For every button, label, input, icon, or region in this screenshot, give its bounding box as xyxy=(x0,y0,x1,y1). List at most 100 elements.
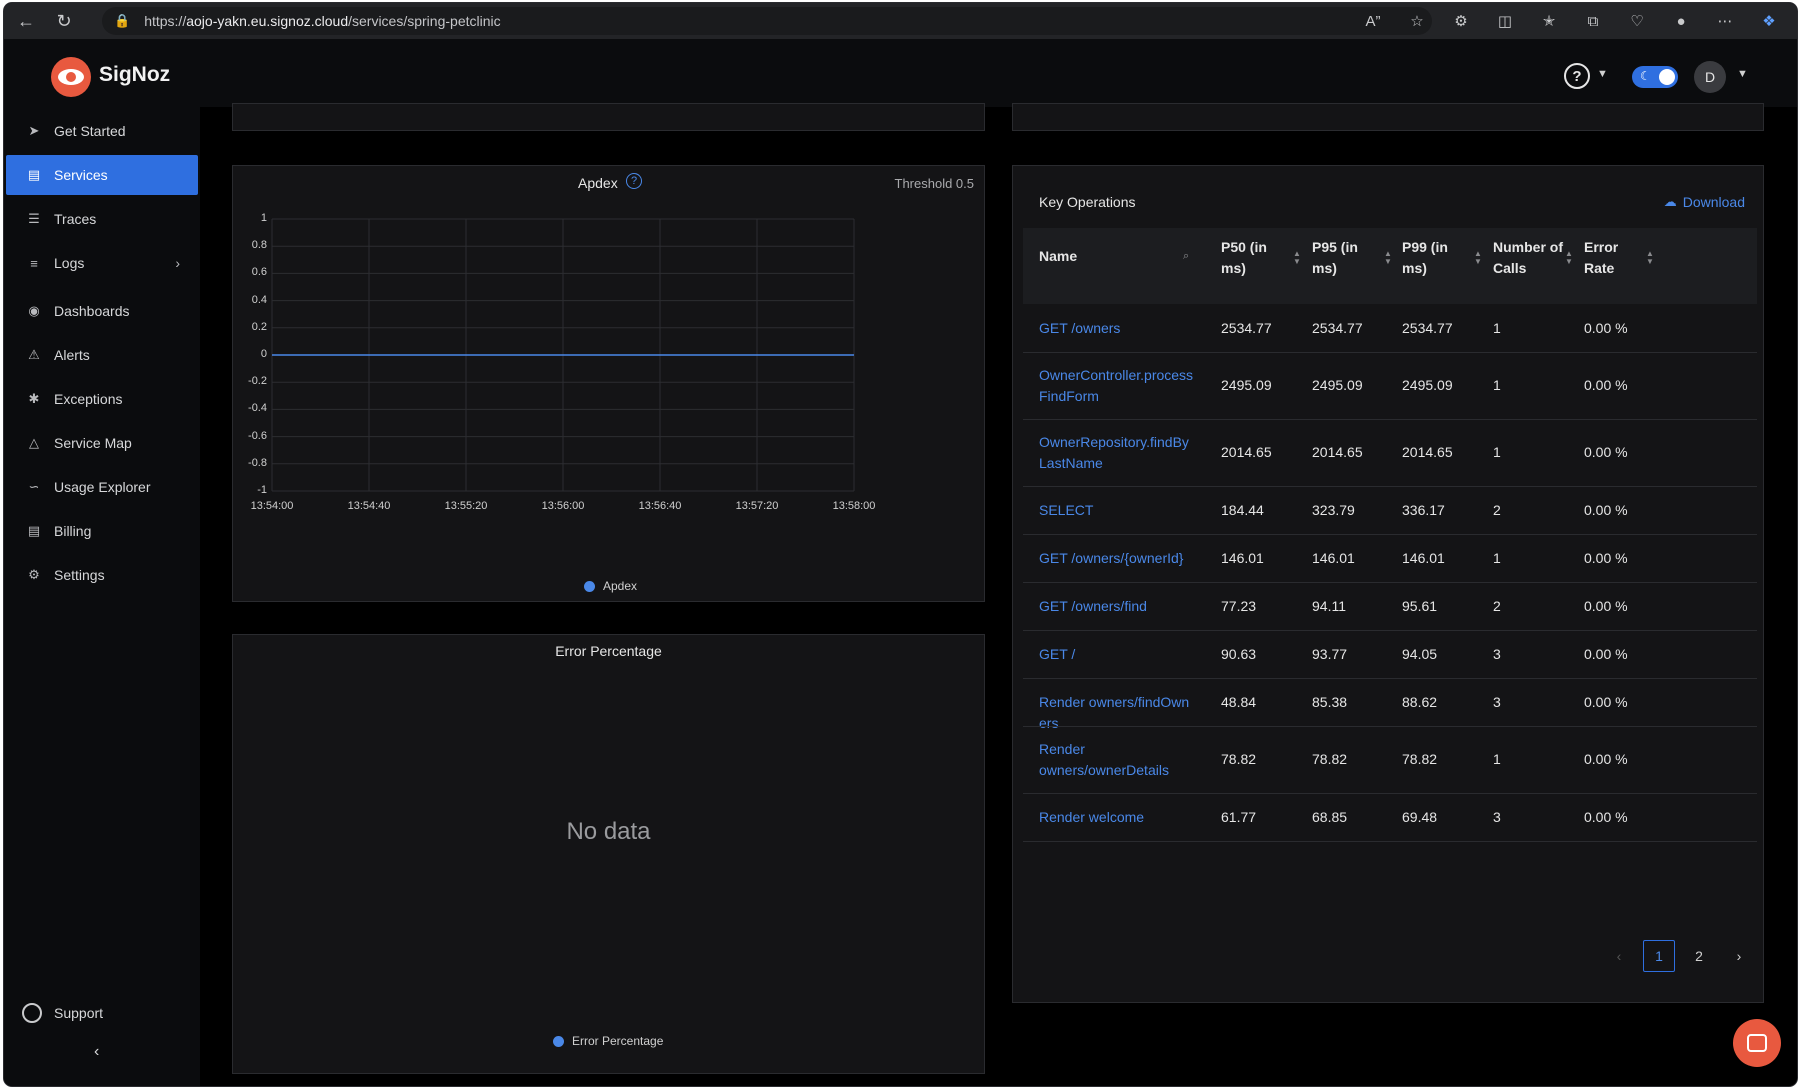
column-header-2[interactable]: P95 (in ms) xyxy=(1312,237,1382,279)
operation-link[interactable]: GET / xyxy=(1039,644,1195,665)
sidebar-item-billing[interactable]: ▤ Billing xyxy=(6,511,198,551)
page-2-button[interactable]: 2 xyxy=(1683,940,1715,972)
download-button[interactable]: ☁ Download xyxy=(1664,194,1745,210)
legend-dot-icon xyxy=(584,580,595,592)
table-cell: 0.00 % xyxy=(1584,501,1628,518)
reload-icon[interactable]: ↻ xyxy=(46,7,82,35)
operation-link[interactable]: GET /owners xyxy=(1039,318,1195,339)
align-left-icon: ≡ xyxy=(30,255,38,271)
help-icon[interactable]: ? xyxy=(1564,63,1590,89)
table-cell: 68.85 xyxy=(1312,808,1348,825)
table-cell: 2495.09 xyxy=(1402,377,1453,393)
sidebar-item-services[interactable]: ▤ Services xyxy=(6,155,198,195)
operation-link[interactable]: SELECT xyxy=(1039,500,1195,521)
apdex-card: Apdex ? Threshold 0.5 1 0.8 0.6 0.4 0.2 0 -0.2… xyxy=(232,165,985,602)
operation-link[interactable]: Render owners/ownerDetails xyxy=(1039,739,1195,781)
table-cell: 146.01 xyxy=(1312,549,1355,566)
brand-name[interactable]: SigNoz xyxy=(99,63,170,87)
error-percentage-legend[interactable]: Error Percentage xyxy=(553,1034,663,1048)
key-operations-card: Key Operations ☁ Download Name ⌕ P50 (in ms… xyxy=(1012,165,1764,1003)
table-cell: 336.17 xyxy=(1402,501,1445,518)
no-data-text: No data xyxy=(566,818,651,845)
next-page-icon[interactable]: › xyxy=(1723,940,1755,972)
sort-icon[interactable]: ▲ ▼ xyxy=(1646,250,1654,266)
x-tick-label: 13:54:00 xyxy=(250,500,294,512)
operation-link[interactable]: GET /owners/{ownerId} xyxy=(1039,548,1195,569)
page-1-button[interactable]: 1 xyxy=(1643,940,1675,972)
collections-icon[interactable]: ⧉ xyxy=(1573,7,1613,35)
table-cell: 0.00 % xyxy=(1584,549,1628,566)
table-cell: 95.61 xyxy=(1402,597,1438,614)
lock-icon: 🔒 xyxy=(114,13,131,28)
table-cell: 94.05 xyxy=(1402,645,1438,662)
read-aloud-icon[interactable]: A” xyxy=(1353,7,1393,35)
y-tick-label: 0.6 xyxy=(251,266,267,279)
column-header-3[interactable]: P99 (in ms) xyxy=(1402,237,1472,279)
table-cell: 1 xyxy=(1493,549,1501,566)
chat-icon xyxy=(1747,1034,1767,1052)
sort-icon[interactable]: ▲ ▼ xyxy=(1293,250,1301,266)
prev-page-icon[interactable]: ‹ xyxy=(1603,940,1635,972)
sidebar-item-get-started[interactable]: ➤ Get Started xyxy=(6,111,198,151)
table-cell: 93.77 xyxy=(1312,645,1348,662)
apdex-legend[interactable]: Apdex xyxy=(584,579,637,593)
profile-icon[interactable]: ● xyxy=(1661,7,1701,35)
sidebar-item-alerts[interactable]: ⚠ Alerts xyxy=(6,335,198,375)
sidebar-item-service-map[interactable]: △ Service Map xyxy=(6,423,198,463)
table-cell: 69.48 xyxy=(1402,808,1438,825)
column-header-5[interactable]: Error Rate xyxy=(1584,237,1644,279)
sidebar-item-traces[interactable]: ☰ Traces xyxy=(6,199,198,239)
more-icon[interactable]: ⋯ xyxy=(1705,7,1745,35)
app-header: SigNoz ? ▼ ☾ D ▼ xyxy=(4,39,1797,107)
legend-dot-icon xyxy=(553,1035,564,1047)
table-cell: 0.00 % xyxy=(1584,319,1628,336)
operation-link[interactable]: OwnerRepository.findByLastName xyxy=(1039,432,1195,474)
browser-window: ← ↻ 🔒 https://aojo-yakn.eu.signoz.cloud/… xyxy=(4,3,1797,1086)
split-view-icon[interactable]: ◫ xyxy=(1485,7,1525,35)
favorites-icon[interactable]: ✭ xyxy=(1529,7,1569,35)
row-divider xyxy=(1023,726,1757,727)
address-bar[interactable]: 🔒 https://aojo-yakn.eu.signoz.cloud/serv… xyxy=(102,7,1432,35)
table-cell: 1 xyxy=(1493,751,1501,767)
sidebar-item-logs[interactable]: ≡ Logs › xyxy=(6,243,198,283)
health-icon[interactable]: ♡ xyxy=(1617,7,1657,35)
sidebar-item-usage-explorer[interactable]: ∽ Usage Explorer xyxy=(6,467,198,507)
row-divider xyxy=(1023,582,1757,583)
column-header-4[interactable]: Number of Calls xyxy=(1493,237,1563,279)
extensions-icon[interactable]: ⚙ xyxy=(1441,7,1481,35)
key-operations-title: Key Operations xyxy=(1039,194,1136,210)
y-tick-label: 0.4 xyxy=(251,293,267,306)
sort-icon[interactable]: ▲ ▼ xyxy=(1565,250,1573,266)
support-link[interactable]: Support xyxy=(22,1003,103,1023)
bug-icon: ✱ xyxy=(28,391,40,406)
operation-link[interactable]: GET /owners/find xyxy=(1039,596,1195,617)
chat-support-button[interactable] xyxy=(1733,1019,1781,1067)
table-cell: 2534.77 xyxy=(1221,319,1272,336)
bar-chart-icon: ▤ xyxy=(27,167,41,182)
sidebar-item-settings[interactable]: ⚙ Settings xyxy=(6,555,198,595)
x-tick-label: 13:54:40 xyxy=(347,500,391,512)
row-divider xyxy=(1023,793,1757,794)
sidebar-item-dashboards[interactable]: ◉ Dashboards xyxy=(6,291,198,331)
back-icon[interactable]: ← xyxy=(8,7,44,35)
table-cell: 2495.09 xyxy=(1312,377,1363,393)
row-divider xyxy=(1023,678,1757,679)
y-tick-label: -0.8 xyxy=(248,456,267,469)
help-chevron-down-icon[interactable]: ▼ xyxy=(1597,68,1608,80)
search-icon[interactable]: ⌕ xyxy=(1183,251,1189,262)
sort-icon[interactable]: ▲ ▼ xyxy=(1474,250,1482,266)
moon-icon: ☾ xyxy=(1640,69,1651,83)
sort-icon[interactable]: ▲ ▼ xyxy=(1384,250,1392,266)
avatar[interactable]: D xyxy=(1694,61,1726,93)
star-icon[interactable]: ☆ xyxy=(1397,7,1437,35)
sidebar-item-exceptions[interactable]: ✱ Exceptions xyxy=(6,379,198,419)
theme-toggle[interactable]: ☾ xyxy=(1632,66,1678,88)
signoz-logo-icon[interactable] xyxy=(51,57,91,97)
operation-link[interactable]: OwnerController.processFindForm xyxy=(1039,365,1195,407)
collapse-sidebar-icon[interactable]: ‹ xyxy=(94,1043,99,1061)
operation-link[interactable]: Render welcome xyxy=(1039,807,1195,828)
avatar-chevron-down-icon[interactable]: ▼ xyxy=(1737,68,1748,80)
copilot-icon[interactable]: ❖ xyxy=(1749,7,1789,35)
column-header-1[interactable]: P50 (in ms) xyxy=(1221,237,1291,279)
operation-link[interactable]: Render owners/findOwners xyxy=(1039,692,1195,734)
